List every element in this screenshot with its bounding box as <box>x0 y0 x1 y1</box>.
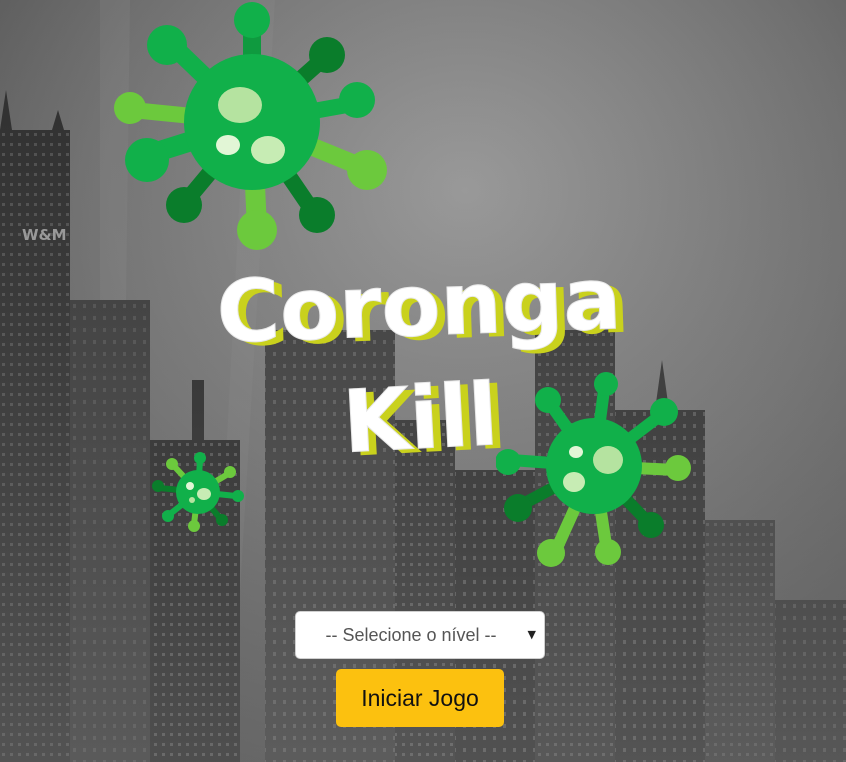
title-line-1-text: Coronga <box>215 249 623 363</box>
virus-body <box>184 54 320 190</box>
virus-spot <box>216 135 240 155</box>
virus-spot <box>563 472 585 492</box>
virus-spot <box>218 87 262 123</box>
level-select[interactable]: -- Selecione o nível -- ▼ <box>295 611 545 659</box>
title-line-2-text: Kill <box>340 365 500 470</box>
coronavirus-icon <box>114 2 387 250</box>
game-title: Coronga Coronga Kill Kill <box>215 248 631 470</box>
start-game-button[interactable]: Iniciar Jogo <box>336 669 504 727</box>
virus-spot <box>197 488 211 500</box>
virus-spot <box>186 482 194 490</box>
virus-spot <box>189 497 195 503</box>
title-line-1: Coronga Coronga <box>215 248 631 366</box>
caret-down-icon: ▼ <box>527 628 536 641</box>
level-select-value: -- Selecione o nível -- <box>325 625 497 645</box>
virus-spot <box>251 136 285 164</box>
title-line-2: Kill Kill <box>340 365 509 470</box>
